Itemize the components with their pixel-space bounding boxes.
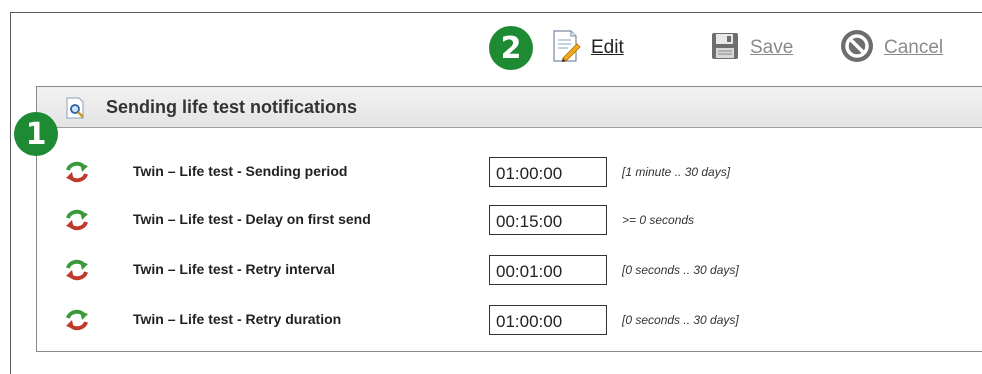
refresh-arrows-icon [65,309,89,336]
document-magnifier-icon [65,97,87,124]
toolbar: 2 Edit Save Cancel [0,26,982,70]
sending-period-input[interactable]: 01:00:00 [489,157,607,187]
cancel-button[interactable]: Cancel [840,29,944,64]
setting-row: Twin – Life test - Retry duration 01:00:… [37,305,982,335]
setting-label: Twin – Life test - Retry duration [133,311,342,327]
step-badge-2: 2 [489,26,533,70]
retry-interval-input[interactable]: 00:01:00 [489,255,607,285]
setting-range: [1 minute .. 30 days] [622,165,731,179]
setting-row: Twin – Life test - Delay on first send 0… [37,205,982,235]
document-pencil-icon [551,29,581,67]
setting-label: Twin – Life test - Sending period [133,163,348,179]
no-entry-icon [840,29,874,68]
edit-label: Edit [591,37,624,58]
floppy-disk-icon [710,31,740,66]
panel-title: Sending life test notifications [106,97,358,117]
step-badge-1: 1 [14,112,58,156]
setting-range: >= 0 seconds [622,213,695,227]
setting-label: Twin – Life test - Delay on first send [133,211,371,227]
cancel-label: Cancel [884,37,944,58]
life-test-panel: Sending life test notifications Twin – L… [36,86,982,352]
setting-range: [0 seconds .. 30 days] [622,263,739,277]
refresh-arrows-icon [65,209,89,236]
frame-top-border [10,12,982,13]
setting-row: Twin – Life test - Retry interval 00:01:… [37,255,982,285]
save-button[interactable]: Save [710,32,793,64]
panel-header: Sending life test notifications [37,87,982,128]
retry-duration-input[interactable]: 01:00:00 [489,305,607,335]
delay-first-send-input[interactable]: 00:15:00 [489,205,607,235]
refresh-arrows-icon [65,259,89,286]
refresh-arrows-icon [65,161,89,188]
setting-range: [0 seconds .. 30 days] [622,313,739,327]
edit-button[interactable]: Edit [551,29,624,67]
setting-row: Twin – Life test - Sending period 01:00:… [37,157,982,187]
save-label: Save [750,37,794,58]
setting-label: Twin – Life test - Retry interval [133,261,336,277]
